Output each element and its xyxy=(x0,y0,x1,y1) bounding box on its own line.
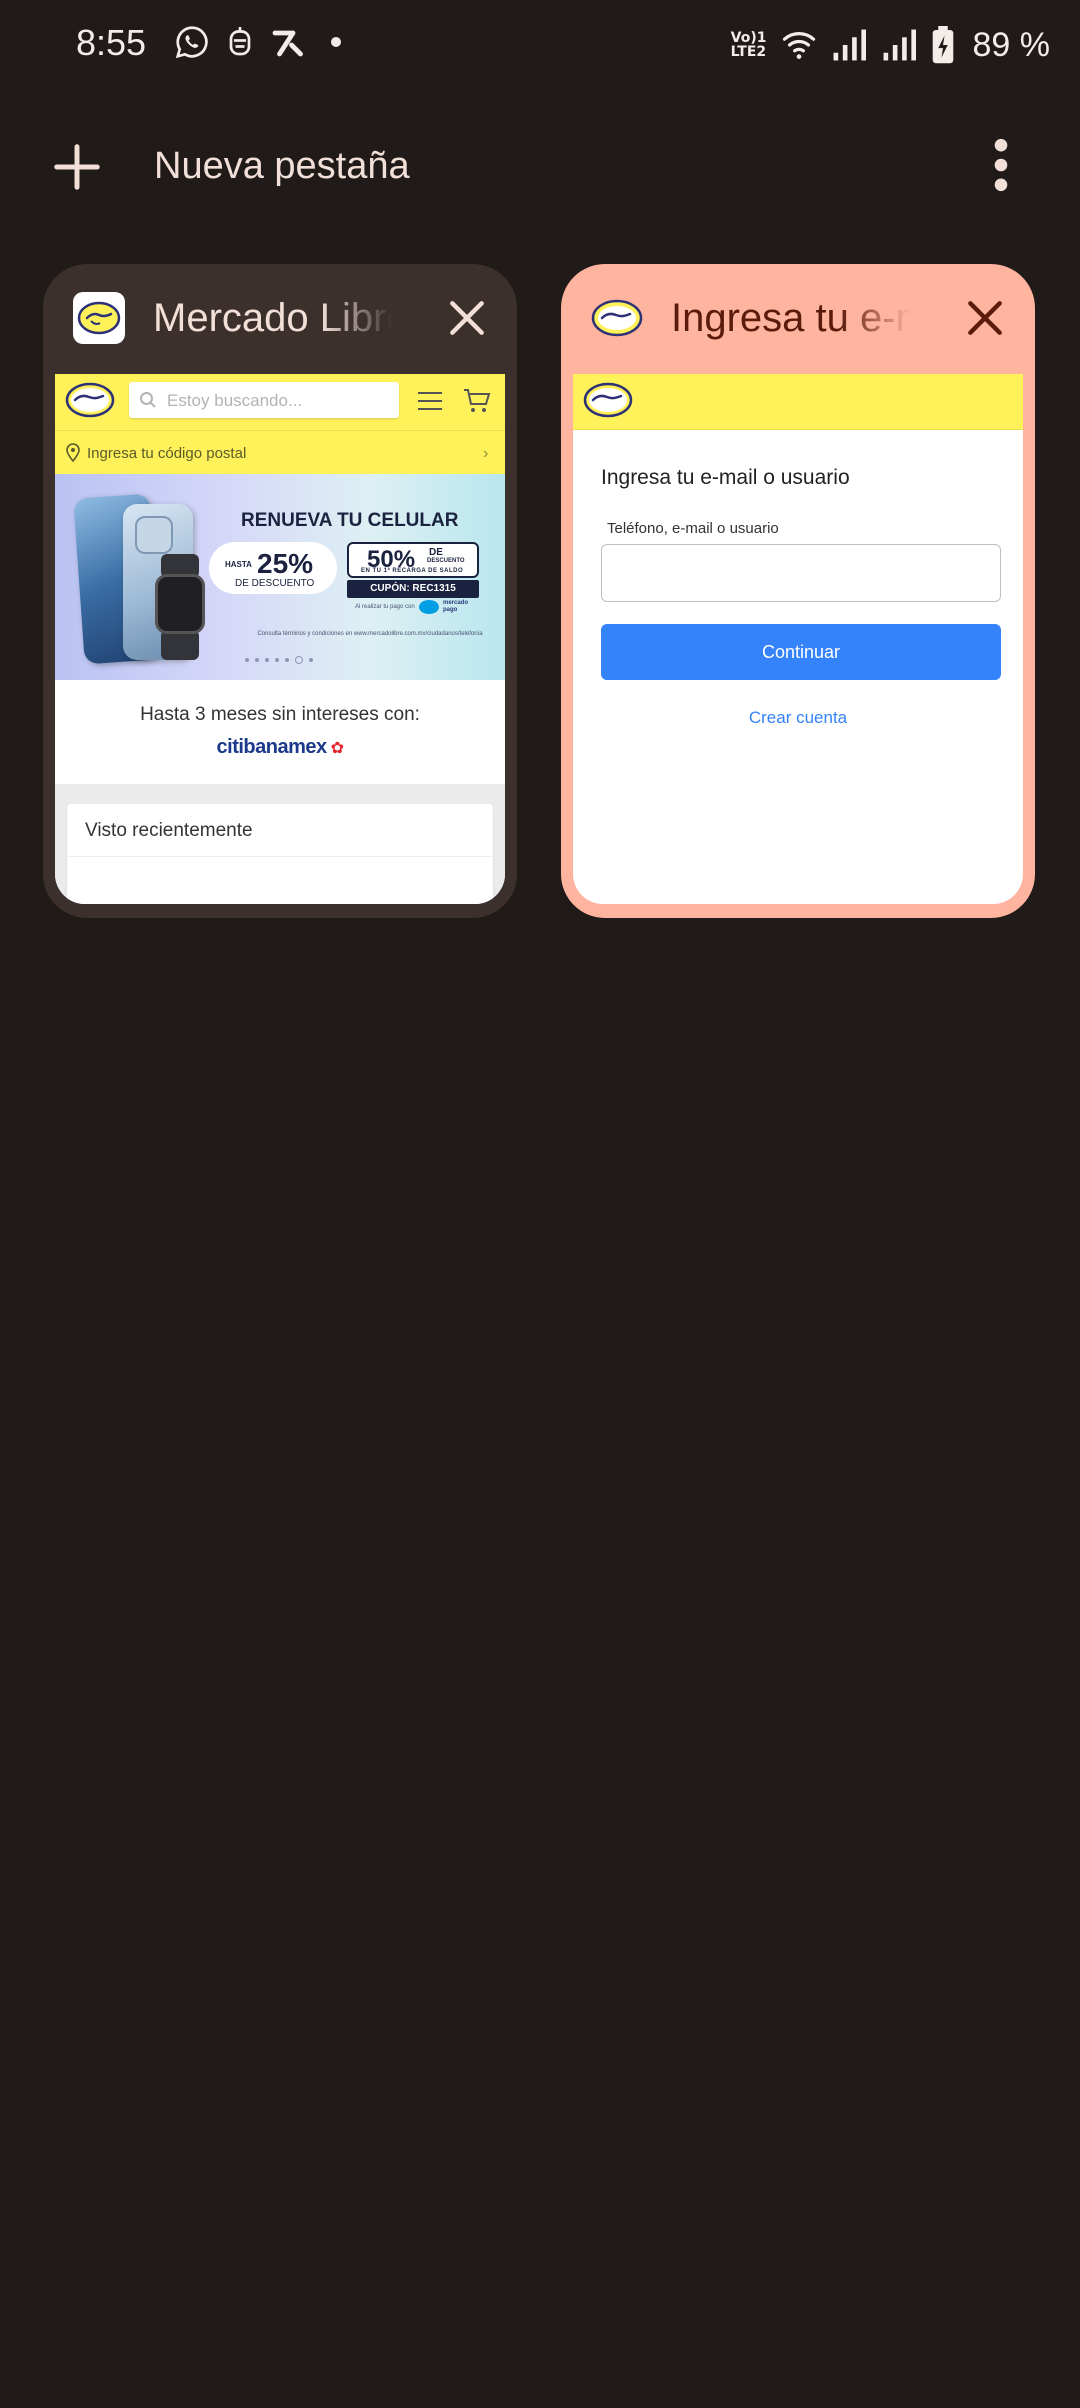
status-right-group: Vo)1 LTE2 89 % xyxy=(731,22,1050,68)
ml-header: Estoy buscando... xyxy=(55,374,505,430)
discount-value: 25% xyxy=(257,548,314,579)
mercado-pago-logo-icon xyxy=(419,600,439,614)
ml-header xyxy=(573,374,1023,430)
search-icon xyxy=(140,392,156,408)
search-placeholder: Estoy buscando... xyxy=(167,391,303,410)
discount-label: DE DESCUENTO xyxy=(235,578,315,589)
zepto-app-icon xyxy=(272,30,303,57)
coupon-code: CUPÓN: REC1315 xyxy=(347,580,479,598)
handshake-logo-icon xyxy=(65,382,115,418)
status-bar: 8:55 Vo)1 LTE2 89 % xyxy=(0,0,1080,90)
bank-name: citibanamex xyxy=(216,736,328,758)
installments-text: Hasta 3 meses sin intereses con: xyxy=(140,704,420,725)
new-tab-label[interactable]: Nueva pestaña xyxy=(154,145,410,188)
carousel-dot xyxy=(309,658,313,662)
wifi-icon xyxy=(782,32,815,59)
tab-card-login[interactable]: Ingresa tu e-mail Ingresa tu e-mail o us… xyxy=(561,264,1035,918)
tab-title: Ingresa tu e-mail xyxy=(671,296,911,340)
mercado-libre-favicon xyxy=(73,292,125,344)
phone-camera-image xyxy=(135,516,173,554)
bank-logo: citibanamex ✿ xyxy=(55,736,505,759)
carousel-dot-active xyxy=(295,656,303,664)
recently-viewed-title: Visto recientemente xyxy=(85,820,253,841)
more-options-icon[interactable] xyxy=(986,138,1016,192)
banner-headline: RENUEVA TU CELULAR xyxy=(241,510,459,531)
battery-charging-icon xyxy=(932,26,953,64)
carousel-dot xyxy=(275,658,279,662)
handshake-logo-icon xyxy=(583,382,633,418)
cart-icon xyxy=(464,389,491,412)
tab-thumbnail: Ingresa tu e-mail o usuario Teléfono, e-… xyxy=(573,374,1023,904)
watch-band xyxy=(161,630,199,660)
continue-button: Continuar xyxy=(601,624,1001,680)
login-field-input xyxy=(601,544,1001,602)
new-tab-plus-icon[interactable] xyxy=(50,140,104,194)
tab-switcher-screen: 8:55 Vo)1 LTE2 89 % Nueva pestaña Mercad… xyxy=(0,0,1080,2408)
ml-postal-bar: Ingresa tu código postal › xyxy=(55,430,505,474)
banner-terms: Consulta términos y condiciones en www.m… xyxy=(257,631,483,637)
tab-header: Ingresa tu e-mail xyxy=(561,264,1035,374)
tab-title: Mercado Libre xyxy=(153,296,393,340)
handshake-logo-icon xyxy=(77,301,121,335)
notification-dot-icon xyxy=(331,37,341,47)
postal-prompt: Ingresa tu código postal xyxy=(87,445,247,462)
bank-flower-icon: ✿ xyxy=(326,740,344,757)
whatsapp-icon xyxy=(175,26,208,59)
promo-banner: RENUEVA TU CELULAR HASTA 25% DE DESCUENT… xyxy=(55,474,505,680)
login-heading: Ingresa tu e-mail o usuario xyxy=(601,466,850,489)
carousel-dot xyxy=(285,658,289,662)
recently-viewed-card: Visto recientemente xyxy=(67,804,493,904)
signal-strength-2-icon xyxy=(883,29,916,61)
signal-strength-1-icon xyxy=(833,29,866,61)
status-time: 8:55 xyxy=(76,22,147,63)
discount-hasta: HASTA xyxy=(225,560,252,569)
installments-section: Hasta 3 meses sin intereses con: citiban… xyxy=(55,680,505,784)
ml-search-input: Estoy buscando... xyxy=(129,382,399,418)
close-tab-icon[interactable] xyxy=(963,296,1007,340)
tab-switcher-toolbar: Nueva pestaña xyxy=(0,120,1080,210)
login-field-label: Teléfono, e-mail o usuario xyxy=(607,520,779,537)
handshake-logo-icon xyxy=(591,299,643,337)
discount-pill: HASTA 25% DE DESCUENTO xyxy=(209,542,337,594)
divider xyxy=(67,856,493,857)
tab-header: Mercado Libre xyxy=(43,264,517,374)
second-discount-small: DESCUENTO xyxy=(427,558,465,564)
volte-lte-icon: Vo)1 LTE2 xyxy=(730,30,767,60)
tab-card-mercado-libre[interactable]: Mercado Libre Estoy buscando... Ingresa … xyxy=(43,264,517,918)
carousel-dot xyxy=(245,658,249,662)
carousel-dot xyxy=(265,658,269,662)
location-pin-icon xyxy=(66,443,80,462)
mercado-pago-text: mercado pago xyxy=(443,600,469,613)
create-account-link: Crear cuenta xyxy=(748,708,848,727)
second-discount-box: 50% DE DESCUENTO EN TU 1ª RECARGA DE SAL… xyxy=(347,542,479,578)
hamburger-menu-icon xyxy=(418,392,442,410)
close-tab-icon[interactable] xyxy=(445,296,489,340)
smartwatch-image xyxy=(155,574,205,634)
tab-thumbnail: Estoy buscando... Ingresa tu código post… xyxy=(55,374,505,904)
robot-face-icon xyxy=(229,27,251,56)
mercado-libre-favicon xyxy=(591,292,643,344)
second-discount-de: DE xyxy=(429,547,443,558)
second-discount-recarga: EN TU 1ª RECARGA DE SALDO xyxy=(361,568,464,574)
battery-percent: 89 % xyxy=(972,25,1051,64)
chevron-right-icon: › xyxy=(483,445,489,462)
pay-note: Al realizar tu pago con xyxy=(355,604,415,610)
carousel-dot xyxy=(255,658,259,662)
carousel-dots xyxy=(245,656,313,664)
